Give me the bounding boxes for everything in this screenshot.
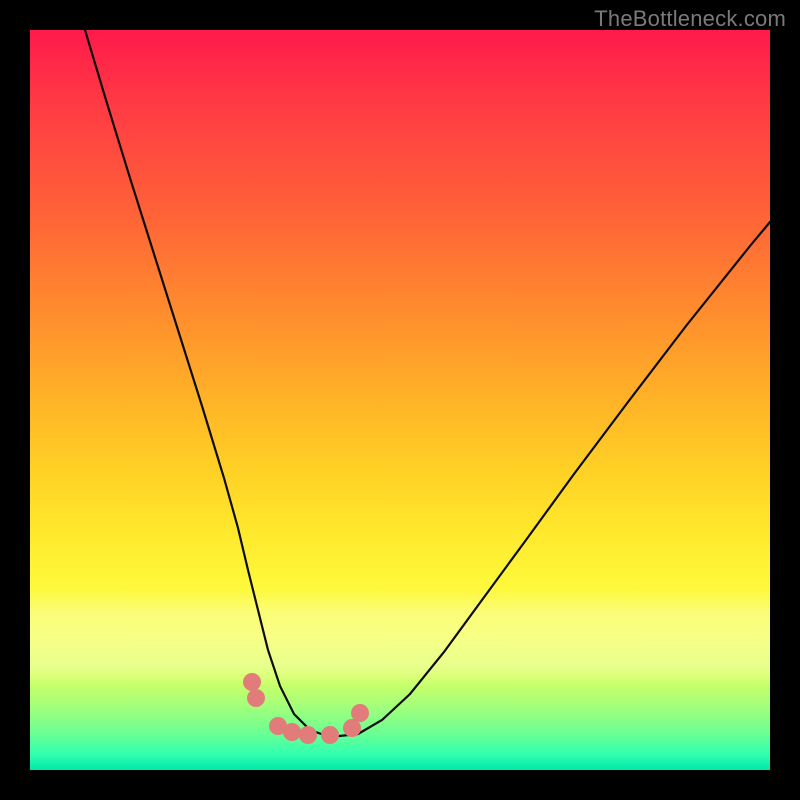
valley-dot [299,726,317,744]
valley-dot [283,723,301,741]
bottleneck-curve [85,30,770,737]
valley-dot [247,689,265,707]
valley-dot [321,726,339,744]
watermark-text: TheBottleneck.com [594,6,786,32]
valley-dots-group [243,673,369,744]
curve-layer [30,30,770,770]
chart-frame: TheBottleneck.com [0,0,800,800]
valley-dot [351,704,369,722]
valley-dot [243,673,261,691]
